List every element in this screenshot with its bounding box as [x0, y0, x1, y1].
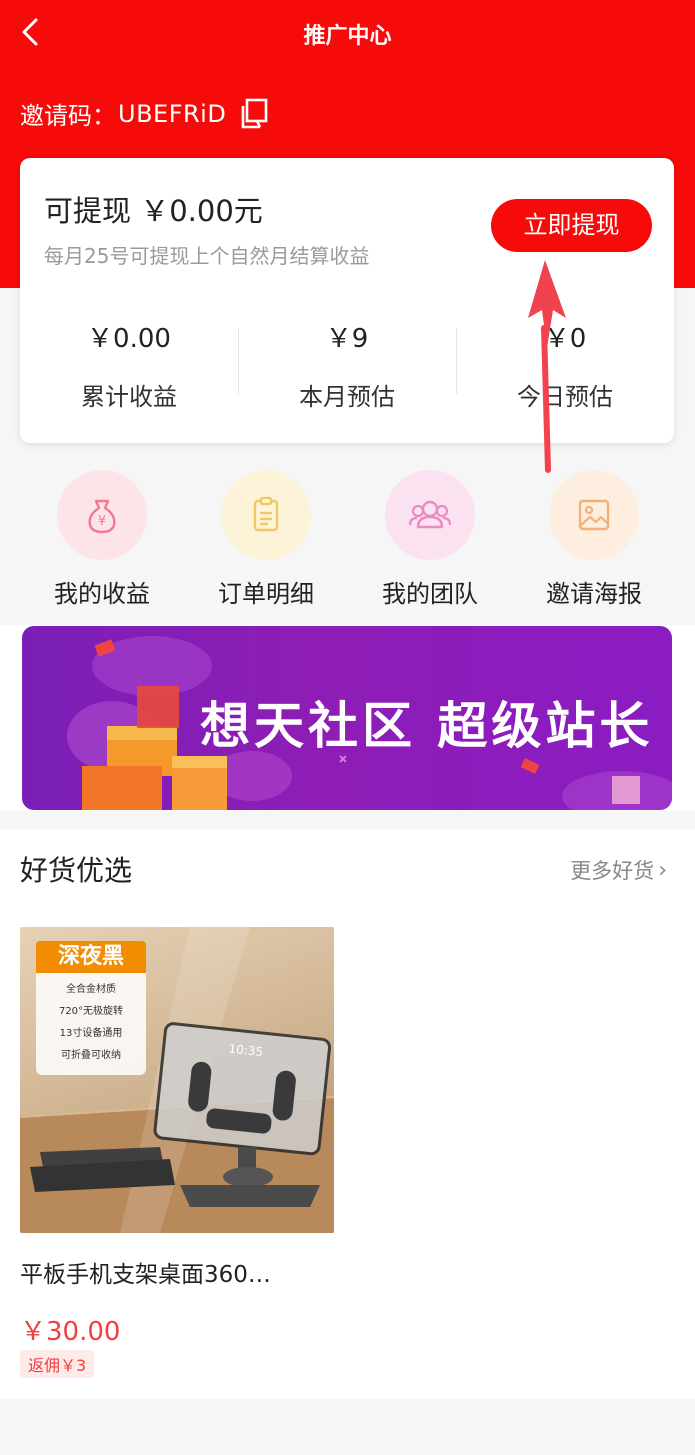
invite-code-value: UBEFRiD	[118, 99, 227, 128]
product-card[interactable]: 10:35 深夜黑 全合金材质 720°无极旋转 13寸设备通用 可折叠可收纳 …	[20, 927, 334, 1378]
stat-label: 本月预估	[299, 383, 395, 411]
more-goods-label: 更多好货	[570, 859, 655, 883]
stat-month-estimate[interactable]: ￥9 本月预估	[238, 318, 456, 412]
feature-item: 全合金材质	[66, 984, 116, 995]
chevron-right-icon: ›	[658, 857, 667, 883]
copy-icon[interactable]	[236, 97, 270, 131]
shortcut-label: 我的收益	[54, 580, 150, 608]
commission-badge: 返佣￥3	[20, 1350, 95, 1378]
shortcut-circle: ¥	[57, 470, 147, 560]
withdraw-now-button[interactable]: 立即提现	[491, 199, 652, 252]
shortcut-circle	[385, 470, 475, 560]
invite-code-label: 邀请码：	[20, 102, 116, 130]
feature-item: 720°无极旋转	[58, 1006, 124, 1017]
banner-text: 想天社区 超级站长	[200, 697, 654, 755]
shortcut-label: 我的团队	[382, 580, 478, 608]
withdrawable-amount: 可提现 ￥0.00元	[44, 194, 263, 228]
svg-text:¥: ¥	[98, 514, 106, 529]
stat-value: ￥9	[325, 324, 369, 354]
team-icon	[408, 500, 452, 529]
shortcut-row: ¥ 我的收益 订单明细 我的团队 邀请海报	[0, 470, 695, 609]
product-image: 10:35 深夜黑 全合金材质 720°无极旋转 13寸设备通用 可折叠可收纳	[20, 927, 334, 1233]
poster-icon	[578, 499, 610, 531]
earnings-card: 可提现 ￥0.00元 每月25号可提现上个自然月结算收益 立即提现 ￥0.00 …	[20, 158, 674, 443]
shortcut-my-team[interactable]: 我的团队	[348, 470, 512, 609]
banner-section: 想天社区 超级站长	[0, 625, 695, 811]
feature-list: 全合金材质 720°无极旋转 13寸设备通用 可折叠可收纳	[36, 973, 146, 1075]
feature-item: 13寸设备通用	[59, 1028, 123, 1039]
shortcut-order-details[interactable]: 订单明细	[184, 470, 348, 609]
page-title: 推广中心	[303, 24, 392, 49]
goods-section: 好货优选 更多好货 › 10:35 深夜黑 全合金材质 720°无极旋转 13寸…	[0, 829, 695, 1399]
stat-total-earnings[interactable]: ￥0.00 累计收益	[20, 318, 238, 412]
product-tag: 深夜黑	[36, 941, 146, 973]
product-price: ￥30.00	[20, 1317, 121, 1347]
shortcut-circle	[549, 470, 639, 560]
stat-label: 累计收益	[81, 383, 177, 411]
shortcut-invite-poster[interactable]: 邀请海报	[512, 470, 676, 609]
earnings-stats: ￥0.00 累计收益 ￥9 本月预估 ￥0 今日预估	[20, 318, 674, 412]
promo-banner[interactable]: 想天社区 超级站长	[22, 626, 672, 810]
withdraw-note: 每月25号可提现上个自然月结算收益	[44, 244, 370, 268]
clipboard-icon	[253, 496, 279, 532]
feature-item: 可折叠可收纳	[61, 1050, 121, 1061]
stat-today-estimate[interactable]: ￥0 今日预估	[456, 318, 674, 412]
stat-label: 今日预估	[517, 383, 613, 411]
shortcut-circle	[221, 470, 311, 560]
section-title: 好货优选	[20, 854, 133, 887]
shortcut-label: 邀请海报	[546, 580, 642, 608]
shortcut-my-earnings[interactable]: ¥ 我的收益	[20, 470, 184, 609]
invite-code-row: 邀请码： UBEFRiD	[20, 96, 270, 131]
stat-value: ￥0.00	[87, 324, 171, 354]
money-bag-icon: ¥	[88, 499, 116, 534]
product-name: 平板手机支架桌面360…	[20, 1262, 271, 1288]
shortcut-label: 订单明细	[218, 580, 314, 608]
more-goods-link[interactable]: 更多好货 ›	[570, 855, 667, 885]
stat-value: ￥0	[543, 324, 587, 354]
